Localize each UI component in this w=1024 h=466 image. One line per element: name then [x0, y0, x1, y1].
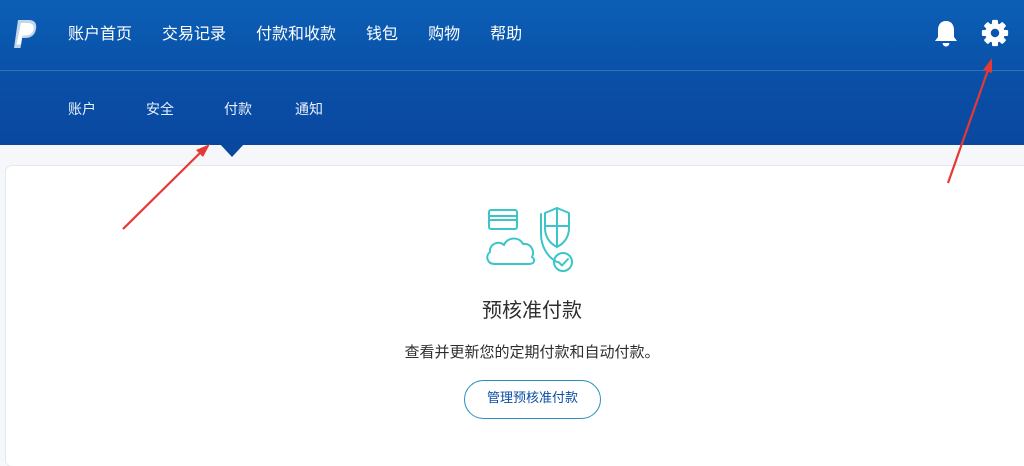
- settings-sub-nav: 账户 安全 付款 通知: [0, 96, 1024, 124]
- tab-notifications[interactable]: 通知: [295, 96, 323, 124]
- tab-account[interactable]: 账户: [68, 96, 96, 124]
- header-divider: [0, 70, 1024, 71]
- bell-icon[interactable]: [931, 17, 961, 49]
- top-bar: 账户首页 交易记录 付款和收款 钱包 购物 帮助: [0, 0, 1024, 70]
- active-tab-indicator: [219, 143, 245, 157]
- nav-account-home[interactable]: 账户首页: [68, 22, 132, 46]
- manage-preapproved-payments-button[interactable]: 管理预核准付款: [464, 380, 601, 419]
- nav-shopping[interactable]: 购物: [428, 22, 460, 46]
- arrow-head-payments: [196, 144, 210, 157]
- main-nav: 账户首页 交易记录 付款和收款 钱包 购物 帮助: [68, 22, 552, 46]
- page-description: 查看并更新您的定期付款和自动付款。: [404, 343, 660, 361]
- gear-icon[interactable]: [980, 17, 1010, 49]
- tab-payments[interactable]: 付款: [224, 96, 252, 124]
- nav-send-receive[interactable]: 付款和收款: [256, 22, 336, 46]
- nav-wallet[interactable]: 钱包: [366, 22, 398, 46]
- tab-security[interactable]: 安全: [146, 96, 174, 124]
- paypal-logo-icon[interactable]: [10, 18, 38, 50]
- page-title: 预核准付款: [482, 298, 582, 322]
- nav-transactions[interactable]: 交易记录: [162, 22, 226, 46]
- top-header: 账户首页 交易记录 付款和收款 钱包 购物 帮助 账户 安全 付款 通知: [0, 0, 1024, 145]
- card-cloud-shield-icon: [486, 207, 573, 272]
- nav-help[interactable]: 帮助: [490, 22, 522, 46]
